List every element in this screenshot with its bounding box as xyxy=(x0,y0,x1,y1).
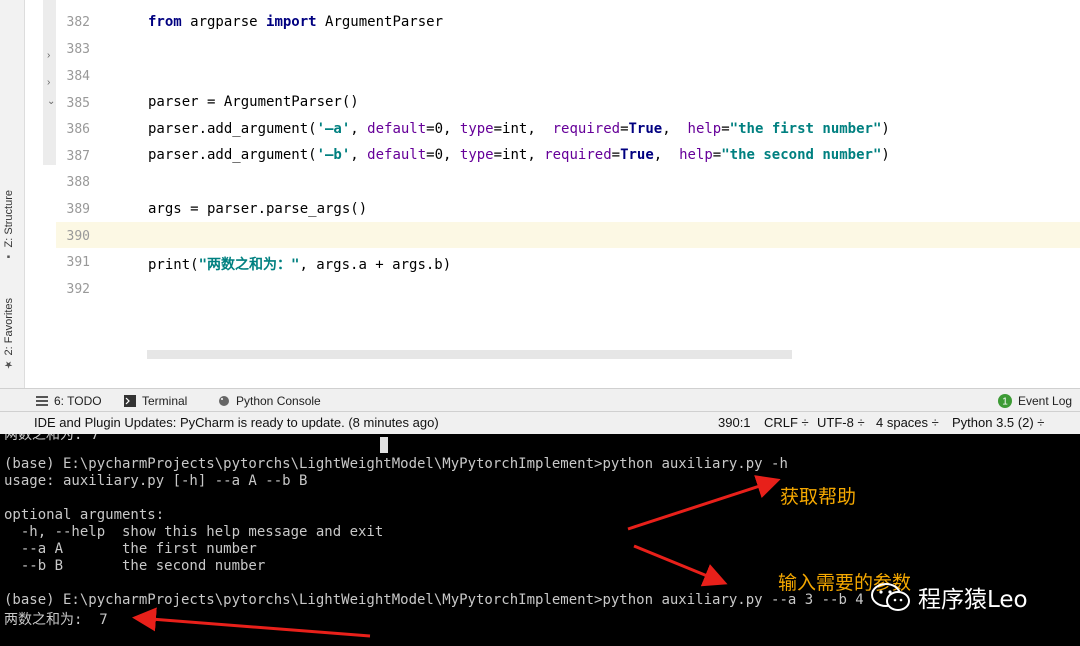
param-name: required xyxy=(552,121,621,137)
code-text: =0, xyxy=(426,147,460,163)
code-text: print( xyxy=(148,257,199,273)
param-name: default xyxy=(367,147,427,163)
line-number: 386 xyxy=(66,122,90,137)
structure-tab[interactable]: ▪ Z: Structure xyxy=(3,190,23,266)
code-text: ArgumentParser xyxy=(316,14,444,30)
python-interpreter[interactable]: Python 3.5 (2) ÷ xyxy=(952,415,1044,430)
line-number: 382 xyxy=(66,15,90,30)
annotation-arrows xyxy=(132,475,781,638)
param-name: type xyxy=(459,147,494,163)
line-number: 384 xyxy=(66,69,90,84)
code-text: , xyxy=(653,147,680,163)
code-line-386[interactable]: parser.add_argument('—a', default=0, typ… xyxy=(148,121,890,137)
watermark-text: 程序猿Leo xyxy=(918,587,1028,613)
code-text: argparse xyxy=(181,14,267,30)
todo-icon xyxy=(36,396,48,406)
line-number: 388 xyxy=(66,175,90,190)
param-name: required xyxy=(544,147,612,163)
code-text: , xyxy=(662,121,688,137)
code-line-382[interactable]: from argparse import ArgumentParser xyxy=(148,14,443,30)
tool-window-bar: 6: TODO Terminal Python Console 1 Event … xyxy=(0,388,1080,412)
line-number: 389 xyxy=(66,202,90,217)
event-badge-icon: 1 xyxy=(998,394,1012,408)
code-line-387[interactable]: parser.add_argument('—b', default=0, typ… xyxy=(148,147,890,163)
terminal-icon xyxy=(124,395,136,407)
terminal-tab[interactable]: Terminal xyxy=(124,394,187,408)
code-line-389[interactable]: args = parser.parse_args() xyxy=(148,201,367,217)
code-text: = xyxy=(611,147,621,163)
annotation-help: 获取帮助 xyxy=(780,486,857,508)
code-text: , args.a + args.b) xyxy=(299,257,452,273)
svg-text:1: 1 xyxy=(1002,397,1008,408)
line-number: 387 xyxy=(66,149,90,164)
terminal-label: Terminal xyxy=(142,394,188,408)
code-text: , xyxy=(350,121,368,137)
param-name: type xyxy=(459,121,494,137)
code-line-391[interactable]: print("两数之和为：", args.a + args.b) xyxy=(148,254,451,274)
todo-label: 6: TODO xyxy=(54,394,102,408)
string-literal: '—b' xyxy=(316,147,351,163)
code-text: , xyxy=(350,147,368,163)
code-editor[interactable]: ▪ Z: Structure ★ 2: Favorites › › ⌄ 382 … xyxy=(0,0,1080,388)
line-number: 391 xyxy=(66,255,90,270)
indent-setting[interactable]: 4 spaces ÷ xyxy=(876,415,939,430)
todo-tab[interactable]: 6: TODO xyxy=(36,394,102,408)
result-arrow xyxy=(132,607,371,638)
code-text: =int, xyxy=(493,147,545,163)
horizontal-scrollbar[interactable] xyxy=(147,350,792,359)
code-text: =0, xyxy=(426,121,460,137)
code-text: = xyxy=(721,121,730,137)
code-text: ) xyxy=(881,147,890,163)
star-icon: ★ xyxy=(3,358,14,370)
code-text: =int, xyxy=(493,121,553,137)
cmd-terminal[interactable]: 两数之和为: 7 (base) E:\pycharmProjects\pytor… xyxy=(0,434,1080,646)
line-number: 392 xyxy=(66,282,90,297)
code-line-385[interactable]: parser = ArgumentParser() xyxy=(148,94,359,110)
structure-tab-label: Z: Structure xyxy=(3,190,15,248)
line-number: 385 xyxy=(66,96,90,111)
favorites-tab-label: 2: Favorites xyxy=(3,298,15,356)
favorites-tab[interactable]: ★ 2: Favorites xyxy=(3,298,23,374)
wechat-icon xyxy=(871,583,910,611)
string-literal: "the second number" xyxy=(721,147,882,163)
event-log-tab[interactable]: 1 Event Log xyxy=(998,394,1072,408)
python-console-label: Python Console xyxy=(236,394,321,408)
param-name: help xyxy=(687,121,722,137)
bool-literal: True xyxy=(628,121,663,137)
param-name: default xyxy=(367,121,427,137)
status-bar: IDE and Plugin Updates: PyCharm is ready… xyxy=(0,412,1080,434)
caret-position[interactable]: 390:1 xyxy=(718,415,751,430)
line-separator[interactable]: CRLF ÷ xyxy=(764,415,809,430)
args-arrow xyxy=(633,544,728,587)
status-message[interactable]: IDE and Plugin Updates: PyCharm is ready… xyxy=(34,415,439,430)
code-text: = xyxy=(620,121,629,137)
fold-arrow-icon[interactable]: › xyxy=(47,50,50,61)
watermark: 程序猿Leo xyxy=(870,580,1028,614)
line-number: 390 xyxy=(66,229,90,244)
string-literal: '—a' xyxy=(316,121,351,137)
param-name: help xyxy=(679,147,713,163)
help-arrow xyxy=(627,475,781,531)
current-line-highlight xyxy=(56,222,1080,248)
line-number: 383 xyxy=(66,42,90,57)
left-tool-strip: ▪ Z: Structure ★ 2: Favorites xyxy=(0,0,25,388)
code-text: parser.add_argument( xyxy=(148,147,317,163)
file-encoding[interactable]: UTF-8 ÷ xyxy=(817,415,865,430)
string-literal: "两数之和为：" xyxy=(198,257,300,273)
fold-expanded-icon[interactable]: ⌄ xyxy=(47,96,55,107)
python-icon xyxy=(219,396,229,406)
code-text: = xyxy=(712,147,722,163)
string-literal: "the first number" xyxy=(729,121,882,137)
structure-icon: ▪ xyxy=(3,250,14,262)
code-text: ) xyxy=(881,121,890,137)
keyword: from xyxy=(148,14,182,30)
keyword: import xyxy=(266,14,317,30)
bool-literal: True xyxy=(620,147,654,163)
python-console-tab[interactable]: Python Console xyxy=(218,394,321,408)
event-log-label: Event Log xyxy=(1018,394,1073,408)
code-text: parser.add_argument( xyxy=(148,121,317,137)
fold-arrow-icon[interactable]: › xyxy=(47,77,50,88)
